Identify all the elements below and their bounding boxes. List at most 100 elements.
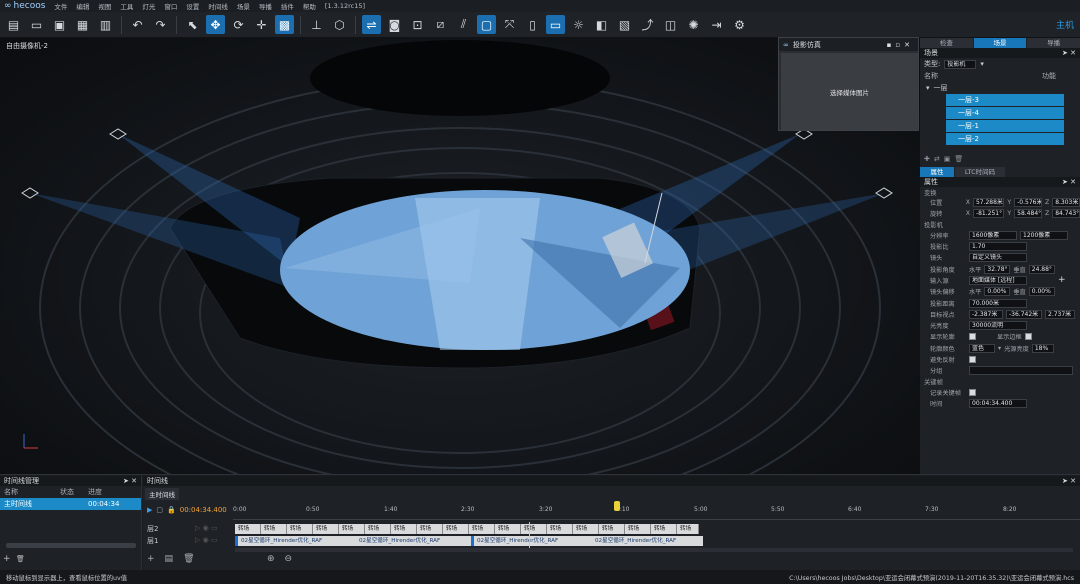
position-x[interactable]: 57.288米 xyxy=(972,198,1005,208)
measure-icon[interactable]: ⫽ xyxy=(454,15,473,34)
play-icon[interactable]: ▶ xyxy=(147,506,152,514)
save-as-icon[interactable]: ▦ xyxy=(73,15,92,34)
show-border-checkbox[interactable] xyxy=(1024,333,1032,341)
menu-light[interactable]: 灯光 xyxy=(142,1,155,11)
frame-icon[interactable]: ▢ xyxy=(477,15,496,34)
insert-icon[interactable]: ▤ xyxy=(165,554,174,564)
rotate-icon[interactable]: ⟳ xyxy=(229,15,248,34)
distance-input[interactable]: 70.000米 xyxy=(969,298,1027,308)
redo-icon[interactable]: ↷ xyxy=(151,15,170,34)
transition-clip[interactable]: 转场 xyxy=(443,524,469,534)
position-y[interactable]: -0.576米 xyxy=(1014,198,1042,208)
menu-settings[interactable]: 设置 xyxy=(186,1,199,11)
host-label[interactable]: 主机 xyxy=(1056,18,1074,31)
transition-clip[interactable]: 转场 xyxy=(313,524,339,534)
dropdown-icon[interactable]: ▾ xyxy=(980,60,984,68)
resolution-h[interactable]: 1200像素 xyxy=(1020,230,1068,240)
settings-icon[interactable]: ⚙ xyxy=(730,15,749,34)
tab-inspect[interactable]: 检查 xyxy=(920,38,973,48)
menu-help[interactable]: 帮助 xyxy=(303,1,316,11)
brightness-icon[interactable]: ✺ xyxy=(684,15,703,34)
tab-ltc[interactable]: LTC时间码 xyxy=(955,167,1005,177)
cube-icon[interactable]: ⬡ xyxy=(330,15,349,34)
aspect-input[interactable]: 1.70 xyxy=(969,242,1027,252)
menu-tools[interactable]: 工具 xyxy=(120,1,133,11)
pin-icon[interactable]: ➤ ✕ xyxy=(1062,178,1076,186)
stop-icon[interactable]: ▢ xyxy=(156,506,163,514)
tab-properties[interactable]: 属性 xyxy=(920,167,954,177)
transition-clip[interactable]: 转场 xyxy=(261,524,287,534)
camera-icon[interactable]: ◙ xyxy=(385,15,404,34)
transition-clip[interactable]: 转场 xyxy=(235,524,261,534)
add-icon[interactable]: ✚ xyxy=(924,155,930,163)
exit-icon[interactable]: ⇥ xyxy=(707,15,726,34)
transition-clip[interactable]: 转场 xyxy=(547,524,573,534)
zoom-out-icon[interactable]: ⊖ xyxy=(285,554,293,564)
transition-clip[interactable]: 转场 xyxy=(495,524,521,534)
tab-scene[interactable]: 场景 xyxy=(973,38,1027,48)
zoom-in-icon[interactable]: ⊕ xyxy=(267,554,275,564)
add-track-icon[interactable]: + xyxy=(147,554,155,564)
select-icon[interactable]: ⬉ xyxy=(183,15,202,34)
menu-plugins[interactable]: 插件 xyxy=(281,1,294,11)
group-input[interactable] xyxy=(969,366,1073,376)
add-icon[interactable]: + xyxy=(3,554,11,564)
snap-icon[interactable]: ▩ xyxy=(275,15,294,34)
menu-scene[interactable]: 场景 xyxy=(237,1,250,11)
transition-clip[interactable]: 转场 xyxy=(651,524,677,534)
transition-clip[interactable]: 转场 xyxy=(365,524,391,534)
add-input-icon[interactable]: + xyxy=(1058,275,1066,285)
media-icon[interactable]: ▧ xyxy=(615,15,634,34)
menu-timeline[interactable]: 时间线 xyxy=(208,1,228,11)
brightness-input[interactable]: 30000流明 xyxy=(969,321,1027,331)
transition-clip[interactable]: 转场 xyxy=(417,524,443,534)
menu-view[interactable]: 视图 xyxy=(98,1,111,11)
light-intensity-input[interactable]: 18% xyxy=(1031,343,1054,353)
menu-file[interactable]: 文件 xyxy=(54,1,67,11)
transition-clip[interactable]: 转场 xyxy=(469,524,495,534)
rotation-y[interactable]: 58.484° xyxy=(1014,209,1042,219)
resolution-w[interactable]: 1600像素 xyxy=(969,230,1017,240)
shift-v[interactable]: 0.00% xyxy=(1028,287,1055,297)
show-outline-checkbox[interactable] xyxy=(969,333,976,341)
transition-clip[interactable]: 转场 xyxy=(521,524,547,534)
menu-edit[interactable]: 编辑 xyxy=(76,1,89,11)
pin-icon[interactable]: ➤ ✕ xyxy=(1062,477,1076,485)
layer-visibility-icon[interactable]: ▷ ◉ ▭ xyxy=(195,536,218,544)
display-icon[interactable]: ▭ xyxy=(546,15,565,34)
transition-clip[interactable]: 转场 xyxy=(573,524,599,534)
input-source[interactable]: 地面媒体 [远程] xyxy=(969,275,1027,285)
rotation-z[interactable]: 84.743° xyxy=(1052,209,1080,219)
transition-clip[interactable]: 转场 xyxy=(339,524,365,534)
light-icon[interactable]: ☼ xyxy=(569,15,588,34)
tree-item[interactable]: 一层-1 xyxy=(946,120,1064,132)
tab-director[interactable]: 导播 xyxy=(1027,38,1080,48)
playhead-handle[interactable] xyxy=(614,501,620,511)
render-icon[interactable]: ◧ xyxy=(592,15,611,34)
library-icon[interactable]: ▥ xyxy=(96,15,115,34)
target-y[interactable]: -36.742米 xyxy=(1006,309,1042,319)
new-icon[interactable]: ▤ xyxy=(4,15,23,34)
position-z[interactable]: 8.303米 xyxy=(1052,198,1080,208)
transition-clip[interactable]: 转场 xyxy=(391,524,417,534)
scale-icon[interactable]: ✛ xyxy=(252,15,271,34)
menu-director[interactable]: 导播 xyxy=(259,1,272,11)
transition-clip[interactable]: 转场 xyxy=(625,524,651,534)
target-z[interactable]: 2.737米 xyxy=(1045,309,1075,319)
type-select[interactable]: 投影机 xyxy=(944,59,977,69)
select-media-button[interactable]: 选择媒体图片 xyxy=(781,53,918,130)
shift-h[interactable]: 0.00% xyxy=(984,287,1011,297)
fov-h[interactable]: 32.78° xyxy=(984,264,1011,274)
transition-clip[interactable]: 转场 xyxy=(599,524,625,534)
tree-item[interactable]: 一层-4 xyxy=(946,107,1064,119)
transition-clip[interactable]: 转场 xyxy=(287,524,313,534)
pin-icon[interactable]: ➤ ✕ xyxy=(1062,49,1076,57)
timeline-row[interactable]: 主时间线 00:04:34 xyxy=(0,498,141,510)
delete-icon[interactable]: 🗑 xyxy=(16,555,25,563)
view-icon[interactable]: ⇌ xyxy=(362,15,381,34)
layer-visibility-icon[interactable]: ▷ ◉ ▭ xyxy=(195,524,218,532)
media-clip[interactable]: 02星空循环_Hirender优化_RAF xyxy=(353,536,471,546)
tree-item[interactable]: 一层-3 xyxy=(946,94,1064,106)
time-ruler[interactable]: 0:00 0:50 1:40 2:30 3:20 4:10 5:00 5:50 … xyxy=(233,501,1080,520)
align-icon[interactable]: ⊥ xyxy=(307,15,326,34)
